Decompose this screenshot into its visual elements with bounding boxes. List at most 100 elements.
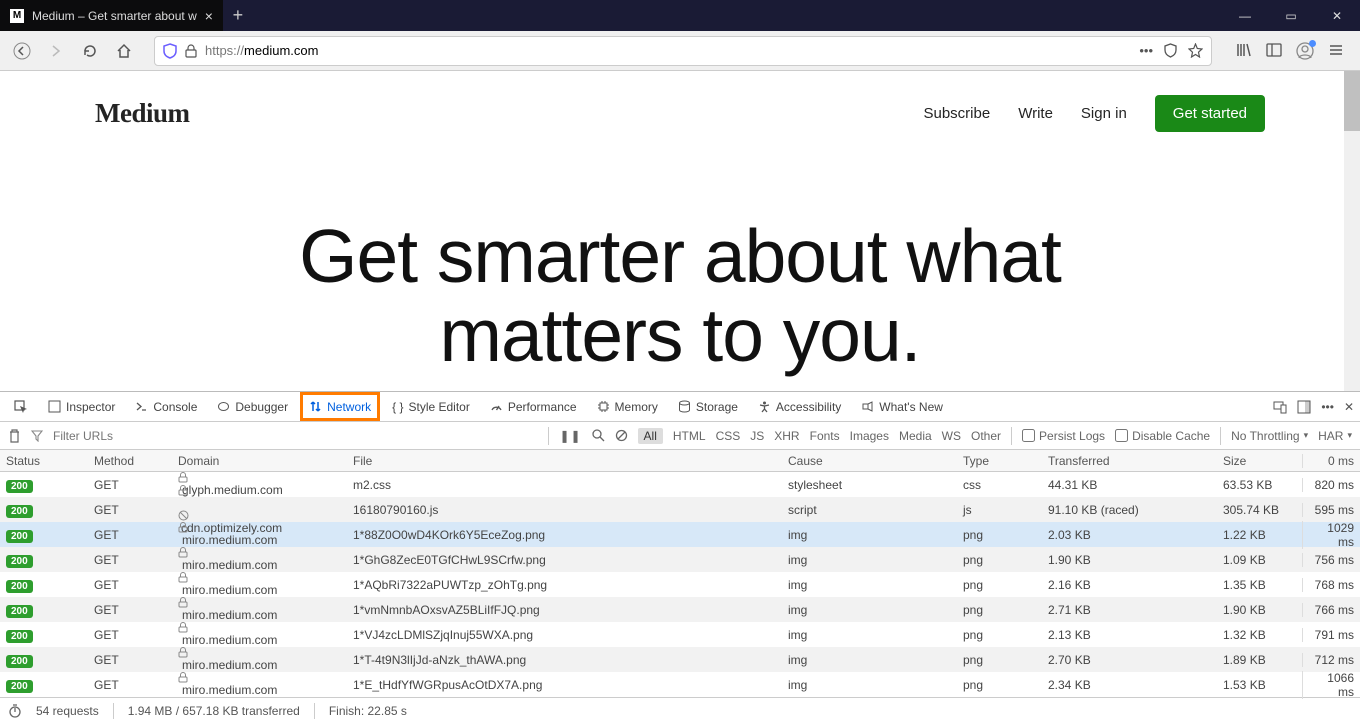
network-row[interactable]: 200GETmiro.medium.com1*vmNmnbAOxsvAZ5BLi… (0, 597, 1360, 622)
filter-xhr[interactable]: XHR (774, 429, 799, 443)
tab-network[interactable]: Network (300, 392, 380, 421)
tab-console[interactable]: Console (127, 392, 205, 421)
subscribe-link[interactable]: Subscribe (923, 105, 990, 122)
col-domain[interactable]: Domain (172, 454, 347, 468)
tab-memory[interactable]: Memory (589, 392, 666, 421)
tab-style-editor[interactable]: { }Style Editor (384, 392, 478, 421)
write-link[interactable]: Write (1018, 105, 1053, 122)
browser-tab[interactable]: M Medium – Get smarter about w × (0, 0, 223, 31)
window-controls: — ▭ ✕ (1222, 0, 1360, 31)
network-row[interactable]: 200GETmiro.medium.com1*T-4t9N3lIjJd-aNzk… (0, 647, 1360, 672)
close-tab-icon[interactable]: × (205, 8, 213, 24)
pause-icon[interactable]: ❚❚ (559, 429, 581, 443)
pocket-icon[interactable] (1163, 43, 1178, 58)
maximize-button[interactable]: ▭ (1268, 0, 1314, 31)
lock-icon (178, 522, 341, 533)
tab-performance[interactable]: Performance (482, 392, 585, 421)
col-status[interactable]: Status (0, 454, 88, 468)
network-row[interactable]: 200GETmiro.medium.com1*GhG8ZecE0TGfCHwL9… (0, 547, 1360, 572)
col-type[interactable]: Type (957, 454, 1042, 468)
page-actions-icon[interactable]: ••• (1139, 43, 1153, 58)
persist-logs-checkbox[interactable]: Persist Logs (1022, 429, 1105, 443)
network-row[interactable]: 200GETmiro.medium.com1*VJ4zcLDMlSZjqInuj… (0, 622, 1360, 647)
menu-icon[interactable] (1328, 42, 1344, 60)
devtools-more-icon[interactable]: ••• (1321, 400, 1334, 414)
devtools-panel: Inspector Console Debugger Network { }St… (0, 391, 1360, 724)
tab-debugger[interactable]: Debugger (209, 392, 296, 421)
filter-input[interactable] (53, 429, 153, 443)
lock-icon (178, 622, 341, 633)
col-file[interactable]: File (347, 454, 782, 468)
dock-mode-icon[interactable] (1297, 400, 1311, 414)
filter-html[interactable]: HTML (673, 429, 706, 443)
url-host: medium.com (244, 43, 318, 58)
network-row[interactable]: 200GETmiro.medium.com1*E_tHdfYfWGRpusAcO… (0, 672, 1360, 697)
tab-title: Medium – Get smarter about w (32, 9, 197, 23)
new-tab-button[interactable]: + (223, 0, 253, 31)
network-columns: Status Method Domain File Cause Type Tra… (0, 450, 1360, 472)
tracking-shield-icon[interactable] (163, 43, 177, 59)
url-bar[interactable]: https://medium.com ••• (154, 36, 1212, 66)
library-icon[interactable] (1236, 42, 1252, 60)
tab-favicon: M (10, 9, 24, 23)
filter-icon[interactable] (31, 430, 43, 442)
get-started-button[interactable]: Get started (1155, 95, 1265, 132)
devtools-close-icon[interactable]: ✕ (1344, 400, 1354, 414)
network-row[interactable]: 200GETmiro.medium.com1*AQbRi7322aPUWTzp_… (0, 572, 1360, 597)
tab-accessibility[interactable]: Accessibility (750, 392, 849, 421)
minimize-button[interactable]: — (1222, 0, 1268, 31)
page-scrollbar[interactable] (1344, 71, 1360, 391)
lock-icon (178, 485, 341, 496)
network-footer: 54 requests 1.94 MB / 657.18 KB transfer… (0, 697, 1360, 724)
filter-fonts[interactable]: Fonts (810, 429, 840, 443)
sidebar-icon[interactable] (1266, 42, 1282, 60)
close-window-button[interactable]: ✕ (1314, 0, 1360, 31)
back-button[interactable] (8, 37, 36, 65)
search-icon[interactable] (592, 429, 605, 442)
clear-icon[interactable] (8, 429, 21, 443)
cookie-blocked-icon (178, 510, 341, 521)
devtools-picker-icon[interactable] (6, 392, 36, 421)
network-rows: 200GETglyph.medium.comm2.cssstylesheetcs… (0, 472, 1360, 697)
forward-button[interactable] (42, 37, 70, 65)
footer-transferred: 1.94 MB / 657.18 KB transferred (128, 704, 300, 718)
filter-media[interactable]: Media (899, 429, 932, 443)
filter-other[interactable]: Other (971, 429, 1001, 443)
responsive-mode-icon[interactable] (1273, 400, 1287, 414)
col-time[interactable]: 0 ms (1302, 454, 1360, 468)
filter-all[interactable]: All (638, 428, 663, 444)
filter-js[interactable]: JS (750, 429, 764, 443)
throttling-select[interactable]: No Throttling▾ (1231, 429, 1308, 443)
network-row[interactable]: 200GETmiro.medium.com1*88Z0O0wD4KOrk6Y5E… (0, 522, 1360, 547)
lock-icon (178, 572, 341, 583)
filter-images[interactable]: Images (850, 429, 889, 443)
network-toolbar: ❚❚ All HTML CSS JS XHR Fonts Images Medi… (0, 422, 1360, 450)
window-titlebar: M Medium – Get smarter about w × + — ▭ ✕ (0, 0, 1360, 31)
timing-icon[interactable] (8, 704, 22, 718)
filter-css[interactable]: CSS (716, 429, 741, 443)
devtools-tabbar: Inspector Console Debugger Network { }St… (0, 392, 1360, 422)
tab-storage[interactable]: Storage (670, 392, 746, 421)
network-row[interactable]: 200GETcdn.optimizely.com16180790160.jssc… (0, 497, 1360, 522)
tab-inspector[interactable]: Inspector (40, 392, 123, 421)
block-icon[interactable] (615, 429, 628, 442)
col-cause[interactable]: Cause (782, 454, 957, 468)
col-transferred[interactable]: Transferred (1042, 454, 1217, 468)
lock-icon (178, 472, 341, 483)
site-logo[interactable]: Medium (95, 98, 190, 129)
tab-whats-new[interactable]: What's New (853, 392, 951, 421)
har-menu[interactable]: HAR▾ (1318, 429, 1352, 443)
col-size[interactable]: Size (1217, 454, 1302, 468)
disable-cache-checkbox[interactable]: Disable Cache (1115, 429, 1210, 443)
type-filters: All HTML CSS JS XHR Fonts Images Media W… (638, 428, 1001, 444)
page-content: Medium Subscribe Write Sign in Get start… (0, 71, 1360, 391)
footer-finish: Finish: 22.85 s (329, 704, 407, 718)
account-icon[interactable] (1296, 42, 1314, 60)
lock-icon (185, 44, 197, 58)
signin-link[interactable]: Sign in (1081, 105, 1127, 122)
bookmark-star-icon[interactable] (1188, 43, 1203, 58)
filter-ws[interactable]: WS (942, 429, 961, 443)
col-method[interactable]: Method (88, 454, 172, 468)
home-button[interactable] (110, 37, 138, 65)
reload-button[interactable] (76, 37, 104, 65)
